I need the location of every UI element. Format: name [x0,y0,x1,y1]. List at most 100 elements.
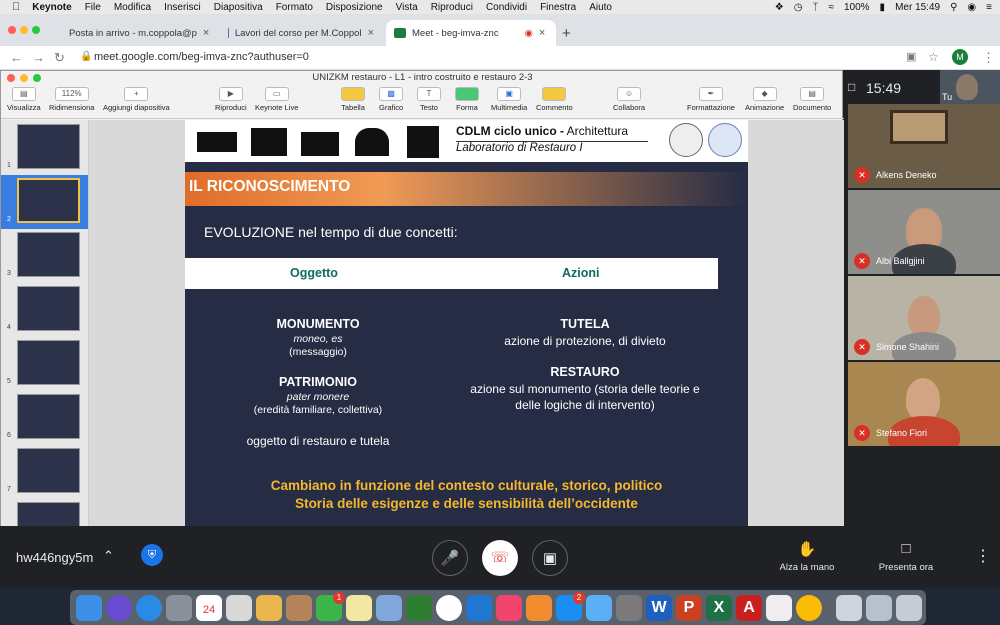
profile-avatar[interactable]: M [952,49,968,65]
slide-thumbnail-4[interactable] [17,286,80,331]
app-store-icon[interactable]: 2 [556,592,585,621]
slide-thumbnail-7[interactable] [17,448,80,493]
system-preferences-icon[interactable] [616,595,642,621]
wifi-icon[interactable]: ≈ [828,2,834,13]
format-button[interactable]: ✒ Formattazione [687,87,735,112]
menu-condividi[interactable]: Condividi [486,2,527,13]
control-center-icon[interactable]: ≡ [986,2,992,13]
participant-tile[interactable]: ✕ Simone Shahini [848,276,1000,360]
chevron-up-icon[interactable]: ⌃ [103,548,114,564]
meeting-code[interactable]: hw446ngy5m [16,550,93,565]
slide-thumbnail-6[interactable] [17,394,80,439]
menu-app-name[interactable]: Keynote [32,2,71,13]
more-options-icon[interactable]: ⋮ [975,546,991,566]
reload-icon[interactable]: ↻ [54,50,65,66]
participant-tile[interactable]: ✕ Alkens Deneko [848,104,1000,188]
self-view-tile[interactable]: Tu [940,70,1000,104]
launchpad-icon[interactable] [166,595,192,621]
back-icon[interactable]: ← [10,50,23,65]
battery-status[interactable]: 100% [844,2,870,13]
bookmark-star-icon[interactable]: ☆ [928,50,939,64]
preview-icon[interactable] [226,595,252,621]
table-button[interactable]: Tabella [341,87,365,112]
books-icon[interactable] [526,595,552,621]
chrome-menu-icon[interactable]: ⋮ [982,50,995,66]
spotlight-icon[interactable]: ⚲ [950,2,957,13]
menu-finestra[interactable]: Finestra [540,2,576,13]
textedit-icon[interactable] [766,595,792,621]
forward-icon[interactable]: → [32,50,45,65]
slide-thumbnail-2[interactable] [17,178,80,223]
chart-button[interactable]: ▩ Grafico [379,87,403,112]
present-now-button[interactable]: Presenta ora [872,562,940,573]
image-capture-icon[interactable] [376,595,402,621]
shape-button[interactable]: Forma [455,87,479,112]
slide-thumbnail-8[interactable] [17,502,80,526]
slide[interactable]: CDLM ciclo unico - Architettura Laborato… [185,120,748,526]
downloads-stack-icon[interactable] [836,595,862,621]
collaborate-button[interactable]: ☺ Collabora [613,87,645,112]
microphone-button[interactable]: 🎤 [432,540,468,576]
host-controls-shield-icon[interactable]: ⛨ [141,544,163,566]
menu-disposizione[interactable]: Disposizione [326,2,383,13]
tab-classroom[interactable]: Lavori del corso per M.Coppol × [220,20,382,46]
chat-icon[interactable]: □ [848,80,855,94]
numbers-icon[interactable] [406,595,432,621]
slide-thumbnail-5[interactable] [17,340,80,385]
raise-hand-icon[interactable]: ✋ [797,540,817,558]
menu-riproduci[interactable]: Riproduci [431,2,473,13]
lock-icon[interactable]: 🔒 [80,51,92,62]
clock[interactable]: Mer 15:49 [895,2,940,13]
archive-icon[interactable] [286,595,312,621]
close-tab-icon[interactable]: × [368,27,374,39]
participant-tile[interactable]: ✕ Stefano Fiori [848,362,1000,446]
keynote-icon[interactable] [466,595,492,621]
slide-thumbnail-3[interactable] [17,232,80,277]
media-button[interactable]: ▣ Multimedia [491,87,527,112]
document-button[interactable]: ▤ Documento [793,87,831,112]
trash-icon[interactable] [896,595,922,621]
new-tab-button[interactable]: + [562,25,571,42]
apple-menu-icon[interactable]:  [12,1,20,13]
play-button[interactable]: ▶ Riproduci [215,87,247,112]
documents-stack-icon[interactable] [866,595,892,621]
music-icon[interactable] [496,595,522,621]
photos-icon[interactable] [436,595,462,621]
close-tab-icon[interactable]: × [203,27,209,39]
slide-thumbnail-1[interactable] [17,124,80,169]
add-slide-button[interactable]: + Aggiungi diapositiva [103,87,170,112]
view-button[interactable]: ▤ Visualizza [7,87,41,112]
powerpoint-icon[interactable]: P [676,595,702,621]
keynote-live-button[interactable]: ▭ Keynote Live [255,87,298,112]
camera-indicator-icon[interactable]: ▣ [906,50,916,63]
calendar-icon[interactable]: 24 [196,595,222,621]
chrome-icon[interactable] [796,595,822,621]
acrobat-icon[interactable]: A [736,595,762,621]
tab-meet[interactable]: Meet - beg-imva-znc ◉ × [386,20,556,46]
excel-icon[interactable]: X [706,595,732,621]
text-button[interactable]: T Testo [417,87,441,112]
menu-aiuto[interactable]: Aiuto [589,2,612,13]
menu-inserisci[interactable]: Inserisci [164,2,201,13]
zoom-select[interactable]: 112% Ridimensiona [49,87,94,112]
dropbox-icon[interactable]: ❖ [775,2,784,13]
word-icon[interactable]: W [646,595,672,621]
present-icon[interactable]: □ [896,540,916,557]
hang-up-button[interactable]: ☏ [482,540,518,576]
comment-button[interactable]: Commento [536,87,573,112]
siri-icon[interactable]: ◉ [967,2,976,13]
siri-icon[interactable] [106,595,132,621]
history-icon[interactable]: ◷ [794,2,803,13]
menu-modifica[interactable]: Modifica [114,2,151,13]
menu-formato[interactable]: Formato [276,2,313,13]
messages-icon[interactable] [586,595,612,621]
stickies-icon[interactable] [346,595,372,621]
camera-button[interactable]: ▣ [532,540,568,576]
menu-file[interactable]: File [85,2,101,13]
close-tab-icon[interactable]: × [539,27,545,39]
finder-icon[interactable] [76,595,102,621]
animate-button[interactable]: ◆ Animazione [745,87,784,112]
safari-icon[interactable] [136,595,162,621]
zoom-window-button[interactable] [32,26,40,34]
menu-vista[interactable]: Vista [396,2,418,13]
